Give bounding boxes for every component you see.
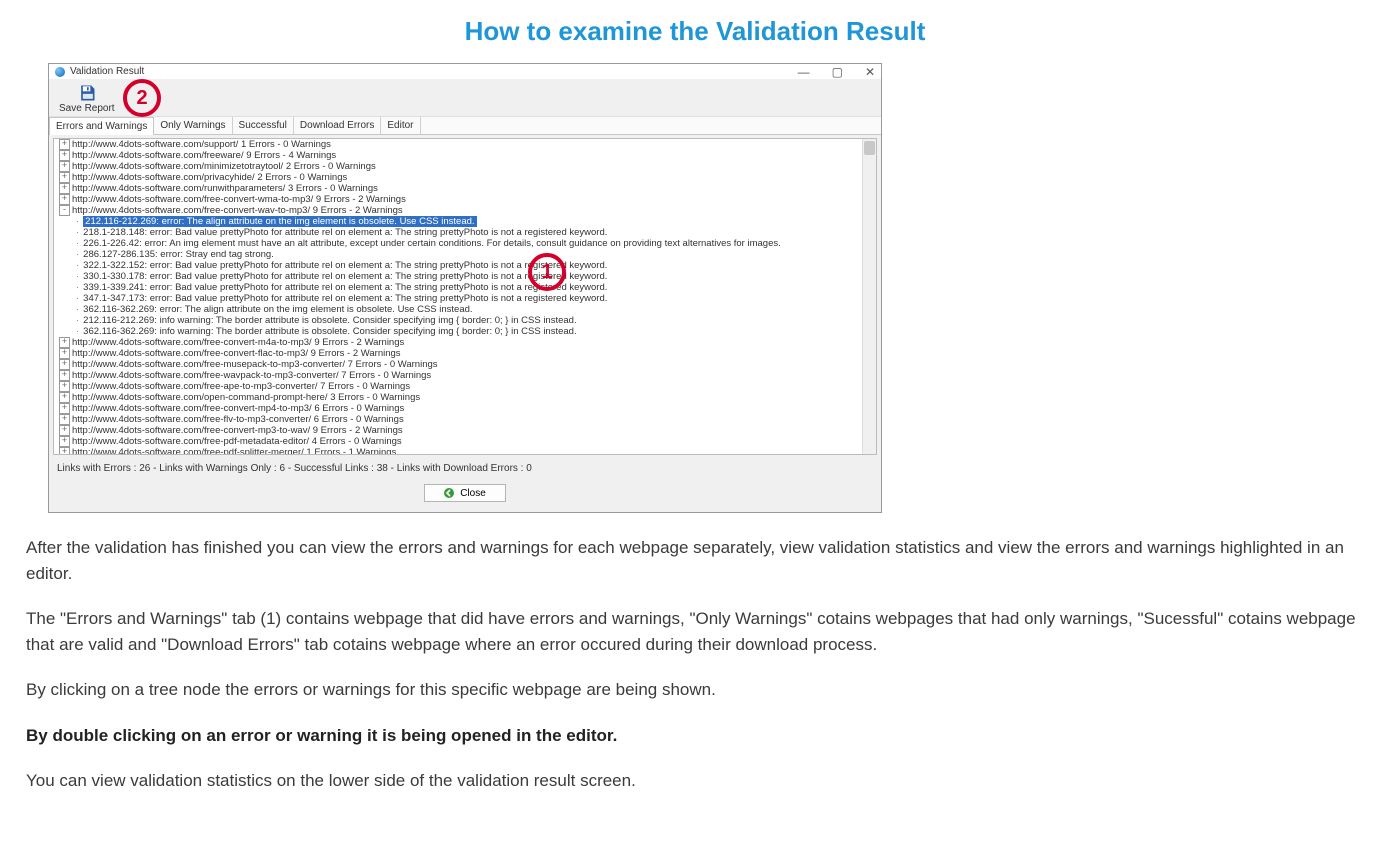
window-titlebar: Validation Result xyxy=(49,64,881,79)
tree-detail[interactable]: 226.1-226.42: error: An img element must… xyxy=(54,238,876,249)
tree-node[interactable]: +http://www.4dots-software.com/free-pdf-… xyxy=(54,436,876,447)
tree-detail[interactable]: 322.1-322.152: error: Bad value prettyPh… xyxy=(54,260,876,271)
tree-node[interactable]: +http://www.4dots-software.com/free-muse… xyxy=(54,359,876,370)
paragraph: You can view validation statistics on th… xyxy=(26,768,1364,794)
close-button[interactable]: Close xyxy=(424,484,506,502)
status-bar: Links with Errors : 26 - Links with Warn… xyxy=(53,461,877,476)
tab-only-warnings[interactable]: Only Warnings xyxy=(154,117,232,134)
save-report-button[interactable]: Save Report xyxy=(55,81,119,116)
tab-successful[interactable]: Successful xyxy=(233,117,294,134)
toolbar: Save Report xyxy=(49,79,881,117)
tree-node[interactable]: +http://www.4dots-software.com/free-conv… xyxy=(54,337,876,348)
paragraph: The "Errors and Warnings" tab (1) contai… xyxy=(26,606,1364,657)
tree-node-expanded[interactable]: -http://www.4dots-software.com/free-conv… xyxy=(54,205,876,216)
tree-detail-selected[interactable]: 212.116-212.269: error: The align attrib… xyxy=(54,216,876,227)
window-close-button[interactable]: ✕ xyxy=(865,65,875,79)
tree-detail[interactable]: 286.127-286.135: error: Stray end tag st… xyxy=(54,249,876,260)
tree-panel: +http://www.4dots-software.com/support/ … xyxy=(53,138,877,455)
tree-detail[interactable]: 339.1-339.241: error: Bad value prettyPh… xyxy=(54,282,876,293)
tree-detail[interactable]: 218.1-218.148: error: Bad value prettyPh… xyxy=(54,227,876,238)
tree-node[interactable]: +http://www.4dots-software.com/freeware/… xyxy=(54,150,876,161)
tab-errors-and-warnings[interactable]: Errors and Warnings xyxy=(49,117,154,135)
screenshot: Validation Result — ▢ ✕ Save Report Erro… xyxy=(48,63,882,513)
tree-detail[interactable]: 347.1-347.173: error: Bad value prettyPh… xyxy=(54,293,876,304)
tree-node[interactable]: +http://www.4dots-software.com/free-conv… xyxy=(54,194,876,205)
tab-editor[interactable]: Editor xyxy=(381,117,420,134)
app-favicon-icon xyxy=(55,67,65,77)
close-button-label: Close xyxy=(460,488,486,499)
back-arrow-icon xyxy=(444,488,454,498)
tabs: Errors and WarningsOnly WarningsSuccessf… xyxy=(49,117,881,135)
tree-node[interactable]: +http://www.4dots-software.com/free-flv-… xyxy=(54,414,876,425)
tree-node[interactable]: +http://www.4dots-software.com/free-conv… xyxy=(54,425,876,436)
tree[interactable]: +http://www.4dots-software.com/support/ … xyxy=(54,139,876,454)
tree-node[interactable]: +http://www.4dots-software.com/free-conv… xyxy=(54,403,876,414)
window-title: Validation Result xyxy=(70,66,144,77)
collapse-icon[interactable]: - xyxy=(59,205,70,216)
tree-node[interactable]: +http://www.4dots-software.com/free-wavp… xyxy=(54,370,876,381)
paragraph: By clicking on a tree node the errors or… xyxy=(26,677,1364,703)
tree-node[interactable]: +http://www.4dots-software.com/open-comm… xyxy=(54,392,876,403)
tab-download-errors[interactable]: Download Errors xyxy=(294,117,381,134)
save-report-label: Save Report xyxy=(59,103,115,114)
tree-detail[interactable]: 212.116-212.269: info warning: The borde… xyxy=(54,315,876,326)
tree-detail[interactable]: 362.116-362.269: info warning: The borde… xyxy=(54,326,876,337)
article-body: After the validation has finished you ca… xyxy=(26,535,1364,794)
tree-detail[interactable]: 362.116-362.269: error: The align attrib… xyxy=(54,304,876,315)
tree-node[interactable]: +http://www.4dots-software.com/free-ape-… xyxy=(54,381,876,392)
window-minimize-button[interactable]: — xyxy=(798,65,810,79)
paragraph: After the validation has finished you ca… xyxy=(26,535,1364,586)
tree-node[interactable]: +http://www.4dots-software.com/minimizet… xyxy=(54,161,876,172)
expand-icon[interactable]: + xyxy=(59,447,70,455)
tree-node[interactable]: +http://www.4dots-software.com/free-pdf-… xyxy=(54,447,876,455)
tree-node[interactable]: +http://www.4dots-software.com/privacyhi… xyxy=(54,172,876,183)
scrollbar[interactable] xyxy=(862,139,876,454)
tree-node[interactable]: +http://www.4dots-software.com/free-conv… xyxy=(54,348,876,359)
save-icon xyxy=(77,83,97,103)
tree-detail[interactable]: 330.1-330.178: error: Bad value prettyPh… xyxy=(54,271,876,282)
page-title: How to examine the Validation Result xyxy=(26,16,1364,47)
window-maximize-button[interactable]: ▢ xyxy=(832,65,843,79)
tree-node[interactable]: +http://www.4dots-software.com/runwithpa… xyxy=(54,183,876,194)
scrollbar-thumb[interactable] xyxy=(864,141,875,155)
tree-node[interactable]: +http://www.4dots-software.com/support/ … xyxy=(54,139,876,150)
paragraph: By double clicking on an error or warnin… xyxy=(26,723,1364,749)
